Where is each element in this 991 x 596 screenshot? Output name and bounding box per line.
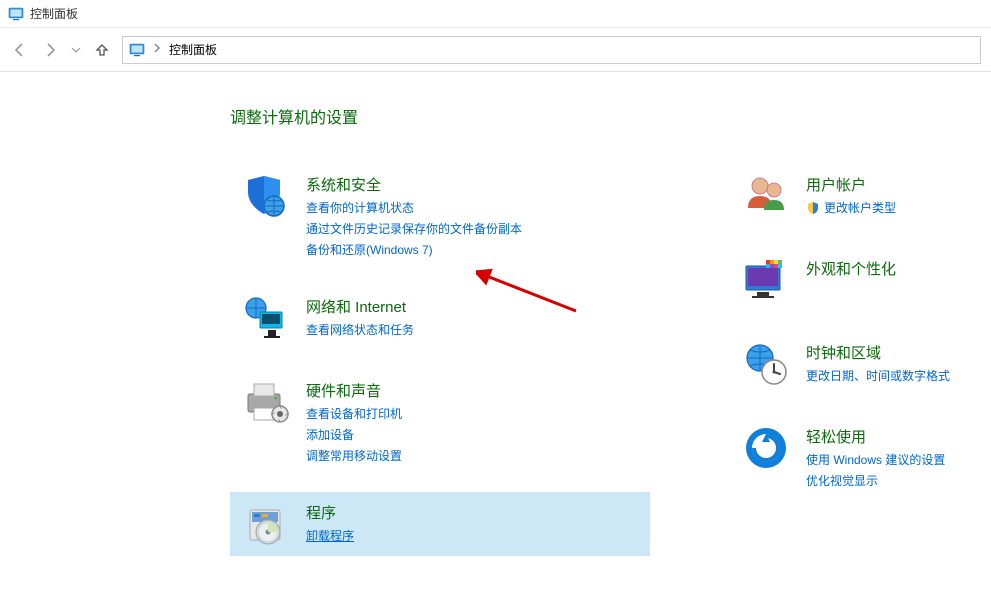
category-network-internet[interactable]: 网络和 Internet 查看网络状态和任务 bbox=[230, 286, 650, 350]
printer-icon bbox=[242, 378, 290, 426]
titlebar: 控制面板 bbox=[0, 0, 991, 28]
control-panel-icon bbox=[8, 6, 24, 22]
category-title[interactable]: 硬件和声音 bbox=[306, 380, 402, 401]
category-link[interactable]: 卸载程序 bbox=[306, 527, 354, 544]
category-title[interactable]: 网络和 Internet bbox=[306, 296, 414, 317]
content-area: 调整计算机的设置 系统和安全 查看你的计算机状态 通过文件历史记录保存你的 bbox=[0, 72, 991, 596]
back-button[interactable] bbox=[10, 40, 30, 60]
category-link[interactable]: 查看你的计算机状态 bbox=[306, 199, 522, 216]
category-title[interactable]: 时钟和区域 bbox=[806, 342, 950, 363]
breadcrumb-root[interactable]: 控制面板 bbox=[169, 41, 217, 58]
address-bar[interactable]: 控制面板 bbox=[122, 36, 981, 64]
shield-globe-icon bbox=[242, 172, 290, 220]
control-panel-icon bbox=[129, 42, 145, 58]
category-link[interactable]: 查看设备和打印机 bbox=[306, 405, 402, 422]
chevron-right-icon bbox=[153, 43, 161, 56]
category-user-accounts[interactable]: 用户帐户 更改帐户类型 bbox=[730, 164, 990, 228]
category-link[interactable]: 优化视觉显示 bbox=[806, 472, 945, 489]
category-clock-region[interactable]: 时钟和区域 更改日期、时间或数字格式 bbox=[730, 332, 990, 396]
category-link[interactable]: 更改日期、时间或数字格式 bbox=[806, 367, 950, 384]
category-title[interactable]: 外观和个性化 bbox=[806, 258, 896, 279]
category-link[interactable]: 更改帐户类型 bbox=[806, 199, 896, 216]
up-button[interactable] bbox=[92, 40, 112, 60]
category-link[interactable]: 通过文件历史记录保存你的文件备份副本 bbox=[306, 220, 522, 237]
category-link[interactable]: 添加设备 bbox=[306, 426, 402, 443]
category-link[interactable]: 使用 Windows 建议的设置 bbox=[806, 451, 945, 468]
network-icon bbox=[242, 294, 290, 342]
category-link[interactable]: 查看网络状态和任务 bbox=[306, 321, 414, 338]
category-title[interactable]: 用户帐户 bbox=[806, 174, 896, 195]
category-title[interactable]: 系统和安全 bbox=[306, 174, 522, 195]
monitor-colors-icon bbox=[742, 256, 790, 304]
category-title[interactable]: 轻松使用 bbox=[806, 426, 945, 447]
category-link-label: 更改帐户类型 bbox=[824, 199, 896, 216]
navigation-bar: 控制面板 bbox=[0, 28, 991, 72]
category-link[interactable]: 备份和还原(Windows 7) bbox=[306, 241, 522, 258]
history-dropdown[interactable] bbox=[70, 45, 82, 55]
page-heading: 调整计算机的设置 bbox=[230, 104, 991, 128]
category-appearance-personalization[interactable]: 外观和个性化 bbox=[730, 248, 990, 312]
category-link[interactable]: 调整常用移动设置 bbox=[306, 447, 402, 464]
window-title: 控制面板 bbox=[30, 5, 78, 22]
category-title[interactable]: 程序 bbox=[306, 502, 354, 523]
category-ease-of-access[interactable]: 轻松使用 使用 Windows 建议的设置 优化视觉显示 bbox=[730, 416, 990, 497]
uac-shield-icon bbox=[806, 201, 820, 215]
category-system-security[interactable]: 系统和安全 查看你的计算机状态 通过文件历史记录保存你的文件备份副本 备份和还原… bbox=[230, 164, 650, 266]
category-hardware-sound[interactable]: 硬件和声音 查看设备和打印机 添加设备 调整常用移动设置 bbox=[230, 370, 650, 472]
clock-globe-icon bbox=[742, 340, 790, 388]
category-programs[interactable]: 程序 卸载程序 bbox=[230, 492, 650, 556]
disc-box-icon bbox=[242, 500, 290, 548]
ease-of-access-icon bbox=[742, 424, 790, 472]
users-icon bbox=[742, 172, 790, 220]
forward-button[interactable] bbox=[40, 40, 60, 60]
